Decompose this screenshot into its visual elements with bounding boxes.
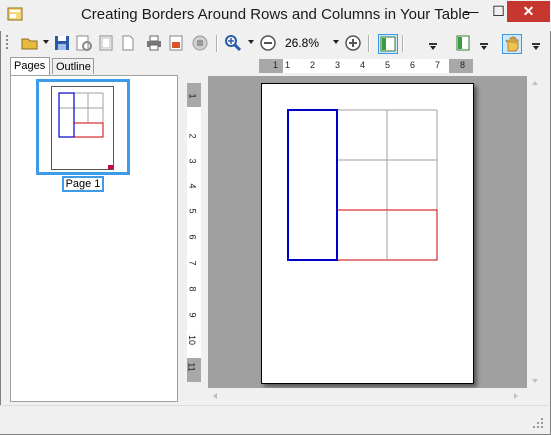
zoom-in-icon[interactable] [224,34,242,52]
ruler-label: 9 [187,312,198,318]
save-icon[interactable] [53,34,71,52]
ruler-label: 3 [335,60,341,70]
ruler-label: 2 [310,60,316,70]
new-page-icon[interactable] [119,34,137,52]
toolbar-grip-icon [6,35,8,49]
ruler-label: 7 [435,60,441,70]
toolbar-overflow-icon[interactable] [532,43,540,45]
toolbar-overflow-icon[interactable] [429,43,437,45]
toolbar-separator [402,35,404,52]
zoom-add-icon[interactable] [344,34,362,52]
single-page-icon[interactable] [454,34,472,52]
toolbar-overflow-arrow-icon[interactable] [430,46,436,50]
ruler-label: 8 [460,60,466,70]
ruler-label: 5 [385,60,391,70]
open-dropdown-icon[interactable] [43,40,49,44]
ruler-label: 7 [187,260,198,266]
column-border [287,109,338,261]
ruler-label: 10 [187,334,198,346]
hand-tool-icon[interactable] [502,34,522,54]
scroll-left-icon[interactable] [213,393,217,399]
export-icon[interactable] [167,34,185,52]
table-drawing [287,109,438,261]
toolbar-separator [368,35,370,52]
zoom-level-field[interactable]: 26.8% [285,34,337,52]
horizontal-ruler: 1 1 2 3 4 5 6 7 8 [259,59,473,73]
scroll-up-icon[interactable] [532,81,538,85]
toolbar: 26.8% [2,31,549,56]
toolbar-separator [216,35,218,52]
ruler-label: 4 [187,183,198,189]
minimize-button[interactable]: — [458,1,485,22]
open-folder-icon[interactable] [21,34,39,52]
ruler-label: 11 [186,362,197,372]
ruler-label: 2 [187,133,198,139]
ruler-label: 8 [187,286,198,292]
print-icon[interactable] [145,34,163,52]
horizontal-scrollbar[interactable] [208,388,527,405]
title-bar: Creating Borders Around Rows and Columns… [0,0,551,31]
ruler-label: 1 [285,60,291,70]
page-thumbnail-label[interactable]: Page 1 [62,176,104,192]
ruler-label: 4 [360,60,366,70]
toolbar-overflow-arrow-icon[interactable] [481,46,487,50]
tab-outline[interactable]: Outline [52,58,94,74]
preview-page [261,83,474,384]
zoom-level-dropdown-icon[interactable] [333,40,339,44]
scroll-down-icon[interactable] [532,379,538,383]
ruler-label: 6 [410,60,416,70]
ruler-label: 1 [273,60,279,70]
toolbar-overflow-arrow-icon[interactable] [533,46,539,50]
close-button[interactable]: ✕ [507,1,550,22]
zoom-dropdown-icon[interactable] [248,40,254,44]
ruler-label: 6 [187,234,198,240]
tab-pages[interactable]: Pages [10,57,50,75]
print-preview-icon[interactable] [75,34,93,52]
vertical-scrollbar[interactable] [527,76,544,388]
scroll-right-icon[interactable] [514,393,518,399]
ruler-label: 1 [187,93,198,99]
zoom-out-icon[interactable] [259,34,277,52]
ruler-margin-left [259,59,283,73]
page-setup-icon[interactable] [97,34,115,52]
page-thumbnail[interactable] [51,86,114,170]
thumbnail-table-drawing [58,92,113,169]
ruler-label: 3 [187,158,198,164]
ruler-label: 5 [187,208,198,214]
vertical-ruler: 1 2 3 4 5 6 7 8 9 10 11 [187,83,201,382]
resize-grip-icon[interactable] [533,418,543,428]
thumbnails-toggle-icon[interactable] [378,34,398,54]
status-bar [0,405,549,434]
toolbar-overflow-icon[interactable] [480,43,488,45]
stop-icon[interactable] [191,34,209,52]
